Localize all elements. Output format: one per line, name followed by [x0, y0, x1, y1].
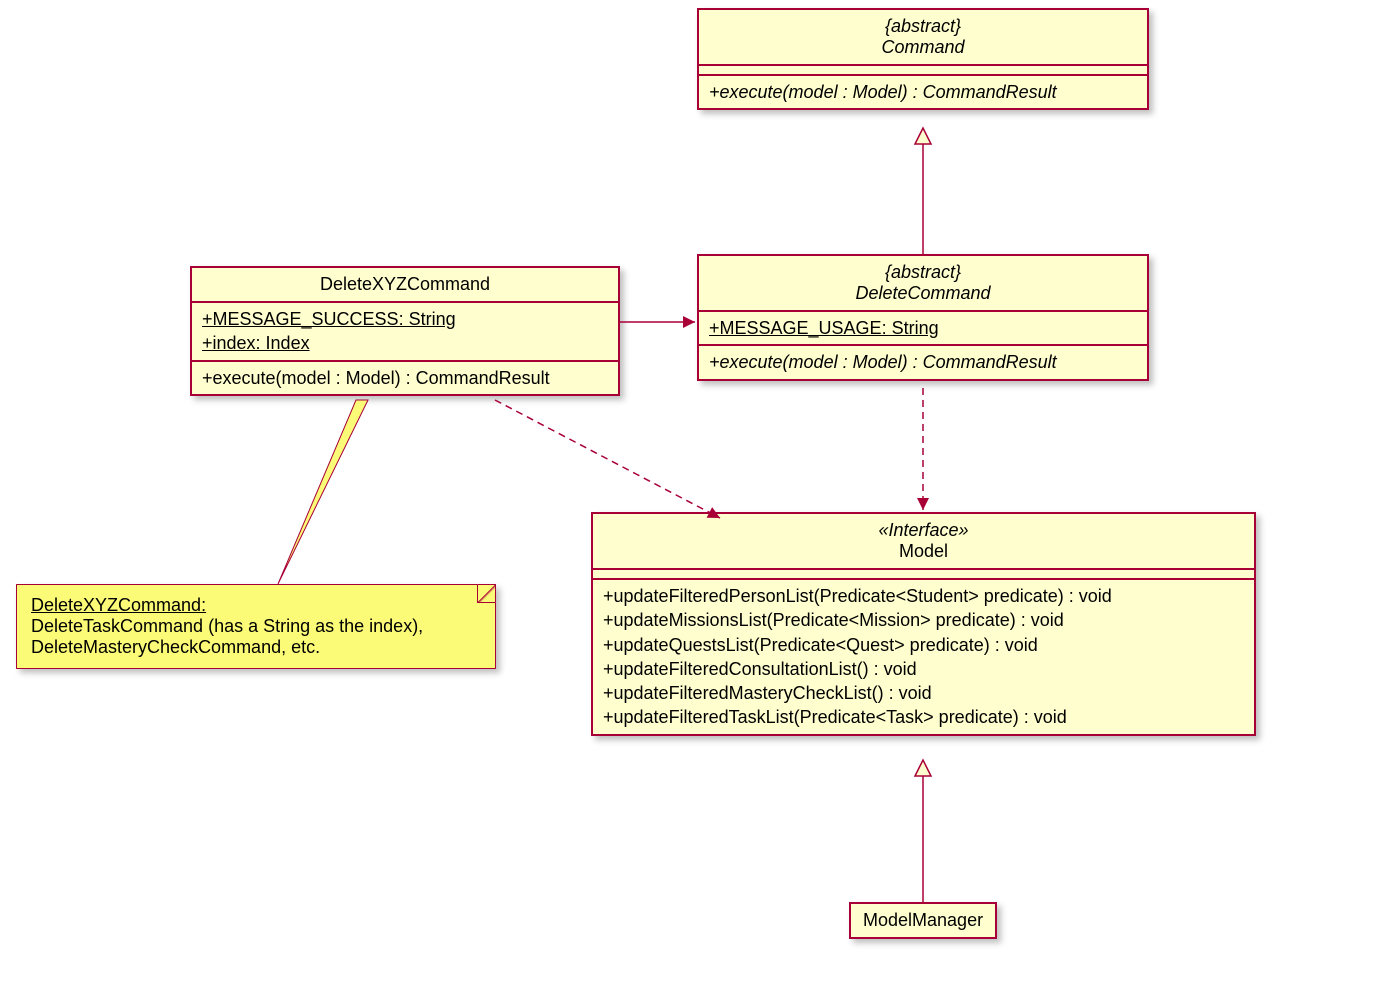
connectors-layer [0, 0, 1376, 1006]
method-row: +execute(model : Model) : CommandResult [709, 350, 1137, 374]
method-row: +execute(model : Model) : CommandResult [202, 366, 608, 390]
note-title: DeleteXYZCommand: [31, 595, 481, 616]
class-name: Model [605, 541, 1242, 562]
attr-row: +MESSAGE_USAGE: String [709, 316, 1137, 340]
class-stereotype: {abstract} [711, 16, 1135, 37]
class-delete-command: {abstract} DeleteCommand +MESSAGE_USAGE:… [697, 254, 1149, 381]
method-row: +updateFilteredConsultationList() : void [603, 657, 1244, 681]
note-line: DeleteMasteryCheckCommand, etc. [31, 637, 481, 658]
method-row: +updateQuestsList(Predicate<Quest> predi… [603, 633, 1244, 657]
class-name: ModelManager [863, 910, 983, 931]
class-command: {abstract} Command +execute(model : Mode… [697, 8, 1149, 110]
class-delete-xyz-command: DeleteXYZCommand +MESSAGE_SUCCESS: Strin… [190, 266, 620, 396]
class-name: DeleteXYZCommand [204, 274, 606, 295]
note-anchor [278, 400, 368, 584]
class-name: Command [711, 37, 1135, 58]
class-name: DeleteCommand [711, 283, 1135, 304]
note-delete-xyz: DeleteXYZCommand: DeleteTaskCommand (has… [16, 584, 496, 669]
class-model-manager: ModelManager [849, 902, 997, 939]
method-row: +updateFilteredTaskList(Predicate<Task> … [603, 705, 1244, 729]
class-stereotype: «Interface» [605, 520, 1242, 541]
note-line: DeleteTaskCommand (has a String as the i… [31, 616, 481, 637]
note-fold-icon [477, 585, 495, 603]
class-stereotype: {abstract} [711, 262, 1135, 283]
method-row: +updateMissionsList(Predicate<Mission> p… [603, 608, 1244, 632]
attr-row: +MESSAGE_SUCCESS: String [202, 307, 608, 331]
method-row: +execute(model : Model) : CommandResult [709, 80, 1137, 104]
attr-row: +index: Index [202, 331, 608, 355]
class-attrs-empty [593, 570, 1254, 580]
method-row: +updateFilteredPersonList(Predicate<Stud… [603, 584, 1244, 608]
class-model-interface: «Interface» Model +updateFilteredPersonL… [591, 512, 1256, 736]
line-dependency-deletexyz-model [495, 400, 720, 518]
method-row: +updateFilteredMasteryCheckList() : void [603, 681, 1244, 705]
class-attrs-empty [699, 66, 1147, 76]
